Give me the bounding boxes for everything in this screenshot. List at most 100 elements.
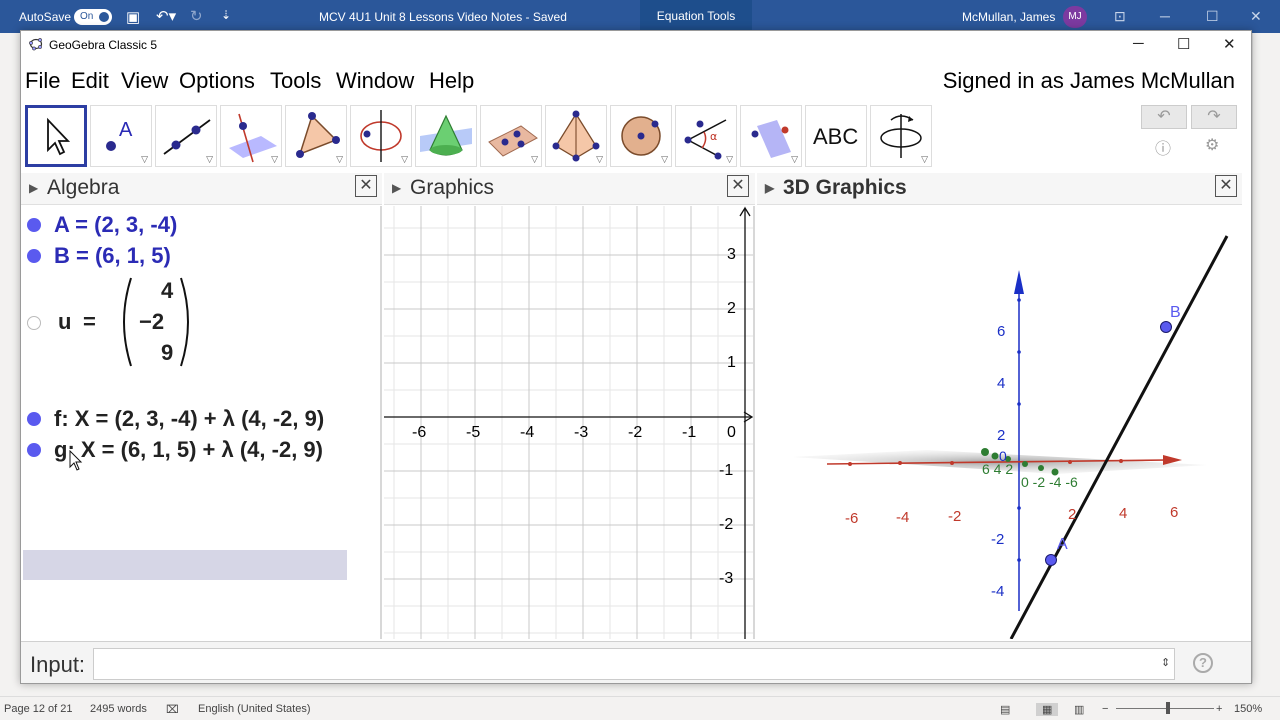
angle-tool-button[interactable]: α ▽ [675, 105, 737, 167]
point-b-definition: B = (6, 1, 5) [54, 243, 171, 268]
visibility-dot-icon[interactable] [27, 218, 41, 232]
word-right-margin [1252, 33, 1280, 683]
collapse-arrow-icon[interactable]: ▶ [392, 181, 401, 195]
pyramid-tool-button[interactable]: ▽ [545, 105, 607, 167]
reflect-tool-button[interactable]: ▽ [740, 105, 802, 167]
print-layout-icon[interactable]: ▦ [1036, 703, 1059, 716]
graphics-close-icon[interactable]: ✕ [727, 175, 749, 197]
collapse-arrow-icon[interactable]: ▶ [765, 181, 774, 195]
graphics-canvas[interactable] [384, 206, 755, 639]
equation-tools-tab[interactable]: Equation Tools [640, 0, 752, 33]
gg-close-icon[interactable]: ✕ [1223, 35, 1236, 53]
mouse-cursor-icon [69, 450, 83, 471]
algebra-item-a[interactable]: A = (2, 3, -4) [21, 212, 382, 240]
menu-options[interactable]: Options [179, 68, 255, 94]
zoom-in-icon[interactable]: + [1216, 703, 1222, 715]
graphics-panel-header: ▶ Graphics ✕ [384, 173, 755, 205]
menu-bar: File Edit View Options Tools Window Help… [21, 65, 1251, 95]
move-tool-button[interactable] [25, 105, 87, 167]
undo-button[interactable]: ↶ [1141, 105, 1187, 129]
autosave-toggle[interactable]: On [74, 9, 112, 25]
plane-points-tool-button[interactable]: ▽ [480, 105, 542, 167]
menu-edit[interactable]: Edit [71, 68, 109, 94]
x-tick-label: -4 [520, 424, 535, 441]
hidden-visibility-dot-icon[interactable] [27, 316, 41, 330]
user-name[interactable]: McMullan, James [962, 10, 1055, 24]
minimize-icon[interactable]: ─ [1160, 8, 1170, 24]
geogebra-logo-icon [29, 38, 43, 51]
window-title: GeoGebra Classic 5 [49, 38, 158, 52]
help-icon[interactable]: ⓘ [1155, 135, 1171, 159]
point-tool-button[interactable]: A ▽ [90, 105, 152, 167]
menu-tools[interactable]: Tools [270, 68, 321, 94]
redo-icon[interactable]: ↻ [190, 7, 203, 25]
input-field[interactable] [93, 648, 1175, 680]
algebra-close-icon[interactable]: ✕ [355, 175, 377, 197]
zoom-level[interactable]: 150% [1234, 703, 1262, 715]
line-tool-button[interactable]: ▽ [155, 105, 217, 167]
graphics3d-close-icon[interactable]: ✕ [1215, 175, 1237, 197]
menu-window[interactable]: Window [336, 68, 414, 94]
origin-label: 0 [727, 424, 736, 441]
perpendicular-tool-button[interactable]: ▽ [220, 105, 282, 167]
zoom-slider-thumb[interactable] [1166, 702, 1170, 714]
word-count[interactable]: 2495 words [90, 703, 147, 715]
visibility-dot-icon[interactable] [27, 249, 41, 263]
algebra-item-u[interactable]: u = 4 −2 9 [21, 276, 382, 372]
customize-qat-icon[interactable]: ⇣ [221, 8, 231, 22]
menu-help[interactable]: Help [429, 68, 474, 94]
polygon-tool-button[interactable]: ▽ [285, 105, 347, 167]
gg-minimize-icon[interactable]: ─ [1133, 35, 1144, 52]
word-title-bar: AutoSave On ▣ ↶▾ ↻ ⇣ MCV 4U1 Unit 8 Less… [0, 0, 1280, 33]
document-title[interactable]: MCV 4U1 Unit 8 Lessons Video Notes - Sav… [319, 10, 567, 24]
autosave-label: AutoSave [19, 10, 72, 24]
circle-axis-tool-button[interactable]: ▽ [350, 105, 412, 167]
visibility-dot-icon[interactable] [27, 443, 41, 457]
maximize-icon[interactable]: ☐ [1206, 8, 1219, 25]
menu-view[interactable]: View [121, 68, 168, 94]
point-b [1160, 321, 1172, 333]
input-history-icon[interactable]: ⇕ [1161, 656, 1170, 669]
undo-icon[interactable]: ↶▾ [156, 7, 176, 25]
avatar[interactable]: MJ [1063, 6, 1087, 28]
settings-gear-icon[interactable]: ⚙ [1205, 135, 1219, 155]
signed-in-status[interactable]: Signed in as James McMullan [943, 68, 1235, 94]
algebra-item-b[interactable]: B = (6, 1, 5) [21, 243, 382, 271]
point-a [1045, 554, 1057, 566]
language[interactable]: English (United States) [198, 703, 311, 715]
collapse-arrow-icon[interactable]: ▶ [29, 181, 38, 195]
read-mode-icon[interactable]: ▤ [1000, 703, 1010, 716]
x-tick-label: -2 [948, 508, 962, 525]
geogebra-window: GeoGebra Classic 5 ─ ☐ ✕ File Edit View … [20, 30, 1252, 684]
menu-file[interactable]: File [25, 68, 60, 94]
y-tick-label: -1 [719, 462, 734, 479]
vector-u-equals: = [83, 309, 96, 334]
sphere-tool-button[interactable]: ▽ [610, 105, 672, 167]
y-tick-label: -3 [719, 570, 734, 587]
algebra-item-f[interactable]: f: X = (2, 3, -4) + λ (4, -2, 9) [21, 406, 382, 434]
vector-u-y: −2 [139, 309, 165, 334]
zoom-out-icon[interactable]: − [1102, 703, 1108, 715]
z-axis-arrow-icon [1014, 270, 1024, 294]
web-layout-icon[interactable]: ▥ [1074, 703, 1084, 716]
redo-button[interactable]: ↷ [1191, 105, 1237, 129]
point-b-label: B [1170, 304, 1181, 321]
graphics-view[interactable]: -6 -5 -4 -3 -2 -1 0 3 2 1 -1 -2 -3 [384, 206, 755, 639]
graphics3d-view[interactable]: -6 -4 -2 2 4 6 6 4 2 -2 -4 0 6 4 2 0 -2 … [757, 206, 1242, 639]
page-count[interactable]: Page 12 of 21 [4, 703, 73, 715]
cone-tool-button[interactable] [415, 105, 477, 167]
close-icon[interactable]: ✕ [1250, 8, 1262, 25]
z-tick-label: -4 [991, 583, 1005, 600]
save-icon[interactable]: ▣ [126, 8, 140, 26]
text-tool-button[interactable]: ABC [805, 105, 867, 167]
cone-icon [420, 114, 472, 156]
rotate-view-tool-button[interactable]: ▽ [870, 105, 932, 167]
zoom-slider[interactable] [1116, 708, 1214, 709]
visibility-dot-icon[interactable] [27, 412, 41, 426]
graphics3d-canvas[interactable] [757, 206, 1242, 639]
gg-maximize-icon[interactable]: ☐ [1177, 35, 1190, 53]
ribbon-display-icon[interactable]: ⊡ [1114, 8, 1126, 25]
input-help-icon[interactable]: ? [1193, 653, 1213, 673]
graphics-panel-title: Graphics [410, 176, 495, 199]
proofing-icon[interactable]: ⌧ [166, 703, 179, 716]
